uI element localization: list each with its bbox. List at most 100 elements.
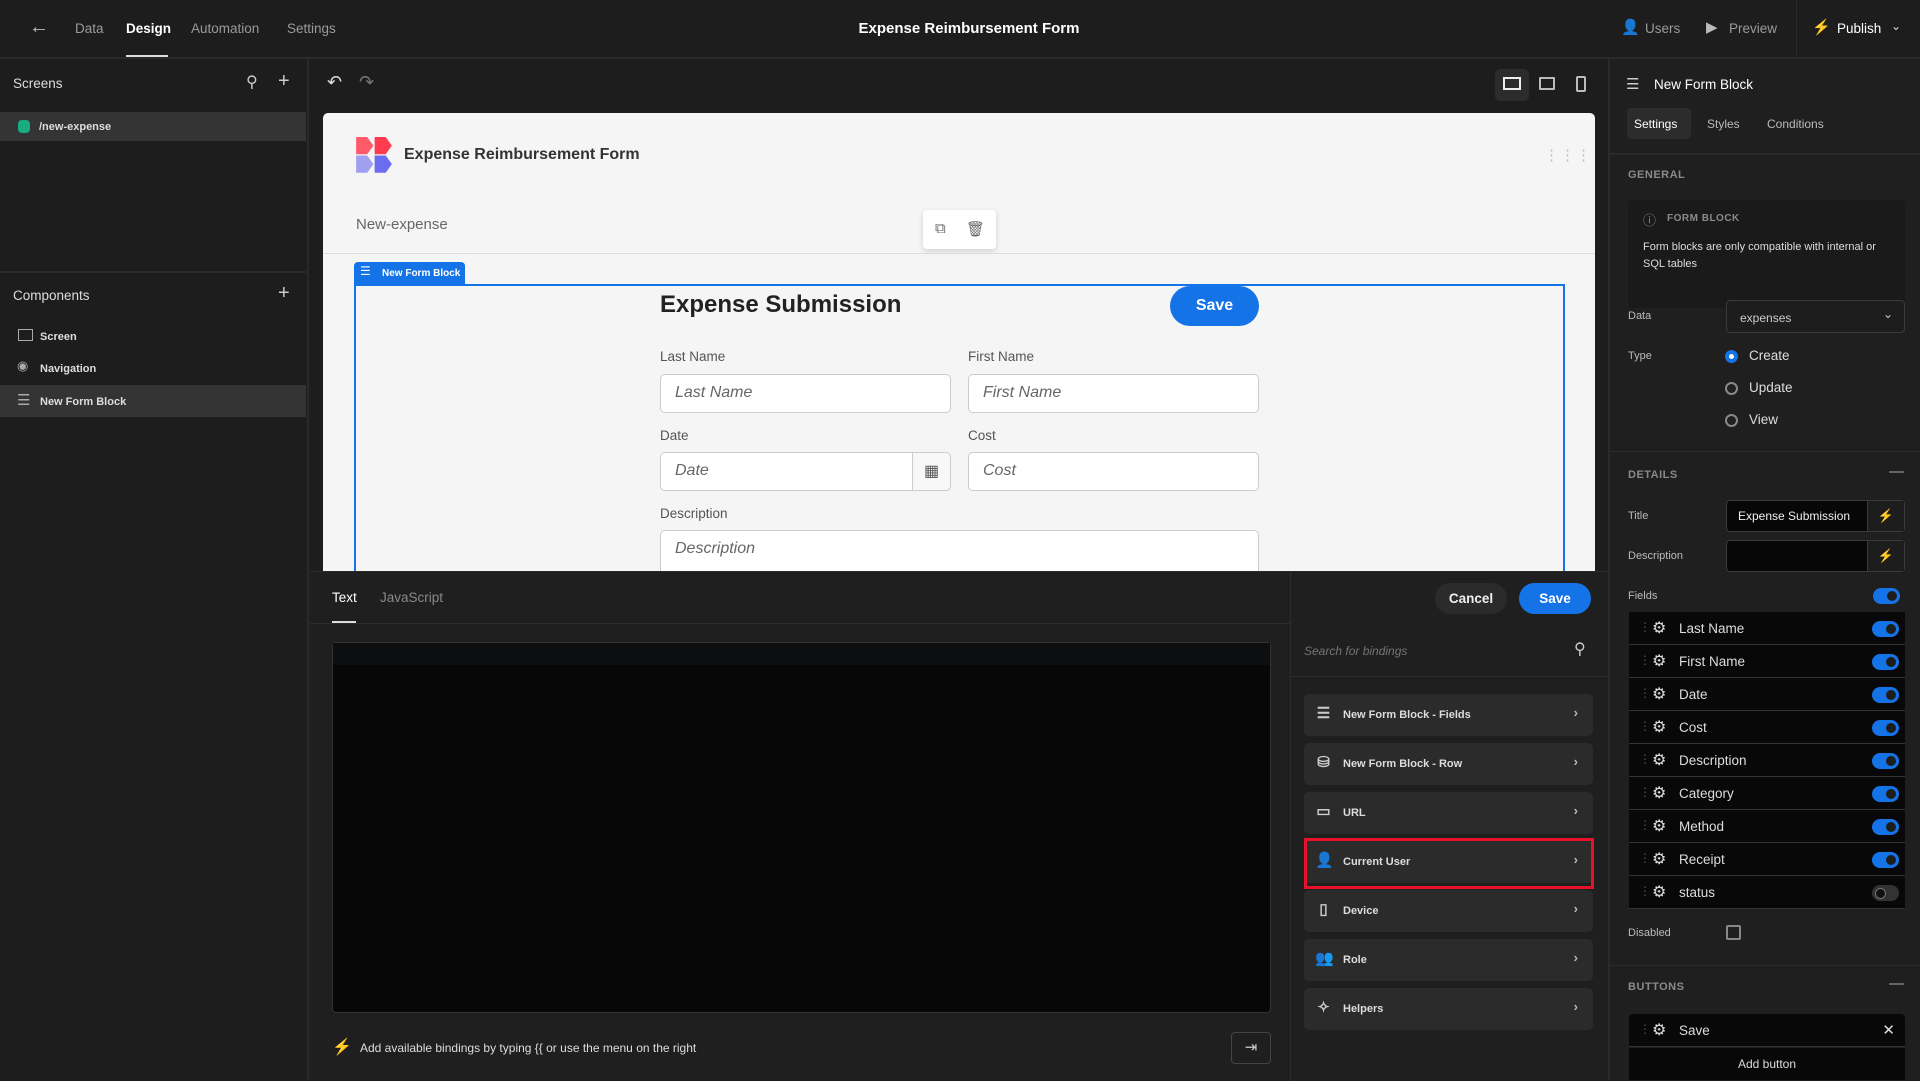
field-row[interactable]: ⋮⋮ ⚙ Receipt — [1629, 843, 1905, 876]
nav-design[interactable]: Design — [126, 21, 171, 36]
insert-binding-button[interactable]: ⇥ — [1231, 1032, 1271, 1064]
field-row[interactable]: ⋮⋮ ⚙ First Name — [1629, 645, 1905, 678]
publish-button[interactable]: Publish — [1837, 21, 1881, 36]
nav-data[interactable]: Data — [75, 21, 104, 36]
disabled-checkbox[interactable] — [1726, 925, 1741, 940]
field-toggle[interactable] — [1872, 852, 1899, 868]
redo-icon[interactable]: ↷ — [359, 72, 374, 93]
gear-icon[interactable]: ⚙ — [1652, 717, 1666, 737]
field-row[interactable]: ⋮⋮ ⚙ Category — [1629, 777, 1905, 810]
gear-icon[interactable]: ⚙ — [1652, 816, 1666, 836]
tab-styles[interactable]: Styles — [1707, 117, 1740, 131]
field-toggle[interactable] — [1872, 819, 1899, 835]
undo-icon[interactable]: ↶ — [327, 72, 342, 93]
publish-icon: ⚡ — [1812, 19, 1831, 36]
binding-editor[interactable] — [332, 642, 1271, 1013]
collapse-icon[interactable]: — — [1889, 975, 1904, 992]
gear-icon[interactable]: ⚙ — [1652, 618, 1666, 638]
field-toggle[interactable] — [1872, 753, 1899, 769]
binding-category-helpers[interactable]: ✧ Helpers › — [1304, 988, 1593, 1030]
binding-category-new-form-block-row[interactable]: ⛁ New Form Block - Row › — [1304, 743, 1593, 785]
last-name-input[interactable]: Last Name — [660, 374, 951, 413]
description-field[interactable]: ⚡ — [1726, 540, 1905, 572]
field-row[interactable]: ⋮⋮ ⚙ Cost — [1629, 711, 1905, 744]
duplicate-icon[interactable]: ⧉ — [935, 220, 946, 237]
field-toggle[interactable] — [1872, 885, 1899, 901]
gear-icon[interactable]: ⚙ — [1652, 750, 1666, 770]
field-row[interactable]: ⋮⋮ ⚙ Description — [1629, 744, 1905, 777]
field-toggle[interactable] — [1872, 720, 1899, 736]
top-bar: ← Data Design Automation Settings Expens… — [0, 0, 1920, 59]
search-icon[interactable]: ⚲ — [246, 72, 258, 92]
add-screen-icon[interactable]: + — [278, 70, 290, 93]
field-row[interactable]: ⋮⋮ ⚙ Method — [1629, 810, 1905, 843]
tab-text[interactable]: Text — [332, 590, 357, 605]
tablet-icon[interactable] — [1539, 77, 1555, 90]
fields-toggle[interactable] — [1873, 588, 1900, 604]
search-icon[interactable]: ⚲ — [1574, 639, 1586, 659]
mobile-icon[interactable] — [1576, 76, 1586, 92]
field-toggle[interactable] — [1872, 654, 1899, 670]
desktop-view-button[interactable] — [1495, 69, 1529, 101]
cost-input[interactable]: Cost — [968, 452, 1259, 491]
device-icon: ▯ — [1319, 901, 1328, 918]
calendar-icon[interactable]: ▦ — [912, 452, 951, 491]
component-item-navigation[interactable]: ◉ Navigation — [0, 353, 306, 382]
binding-category-new-form-block-fields[interactable]: ☰ New Form Block - Fields › — [1304, 694, 1593, 736]
field-toggle[interactable] — [1872, 621, 1899, 637]
first-name-input[interactable]: First Name — [968, 374, 1259, 413]
add-component-icon[interactable]: + — [278, 282, 290, 305]
gear-icon[interactable]: ⚙ — [1652, 849, 1666, 869]
grid-icon[interactable]: ⋮⋮⋮ — [1544, 146, 1592, 164]
close-icon[interactable]: ✕ — [1882, 1021, 1895, 1039]
collapse-icon[interactable]: — — [1889, 463, 1904, 480]
block-tag[interactable]: ☰ New Form Block — [354, 262, 465, 284]
lightning-icon[interactable]: ⚡ — [1867, 541, 1904, 571]
binding-search-input[interactable] — [1304, 636, 1569, 665]
gear-icon[interactable]: ⚙ — [1652, 651, 1666, 671]
active-tab-indicator — [126, 55, 168, 57]
component-item-screen[interactable]: Screen — [0, 321, 306, 350]
title-input[interactable]: Expense Submission ⚡ — [1726, 500, 1905, 532]
date-input[interactable]: Date — [660, 452, 951, 491]
divider — [1610, 153, 1920, 155]
chevron-down-icon[interactable]: ⌄ — [1891, 19, 1901, 33]
tab-settings[interactable]: Settings — [1627, 108, 1691, 139]
form-save-button[interactable]: Save — [1170, 286, 1259, 326]
data-select[interactable]: expenses ⌄ — [1726, 300, 1905, 333]
type-radio-create[interactable]: Create — [1725, 348, 1845, 365]
field-row[interactable]: ⋮⋮ ⚙ Last Name — [1629, 612, 1905, 645]
field-toggle[interactable] — [1872, 687, 1899, 703]
tab-javascript[interactable]: JavaScript — [380, 590, 443, 605]
nav-automation[interactable]: Automation — [191, 21, 259, 36]
save-button[interactable]: Save — [1519, 583, 1591, 614]
form-block-selection[interactable] — [354, 284, 1565, 571]
highlight-box — [1304, 838, 1594, 889]
gear-icon[interactable]: ⚙ — [1652, 882, 1666, 902]
field-row[interactable]: ⋮⋮ ⚙ Date — [1629, 678, 1905, 711]
nav-settings[interactable]: Settings — [287, 21, 336, 36]
gear-icon[interactable]: ⚙ — [1652, 684, 1666, 704]
field-toggle[interactable] — [1872, 786, 1899, 802]
cancel-button[interactable]: Cancel — [1435, 583, 1507, 614]
binding-category-url[interactable]: ▭ URL › — [1304, 792, 1593, 834]
magic-wand-icon: ✧ — [1317, 999, 1330, 1016]
gear-icon[interactable]: ⚙ — [1652, 1020, 1666, 1040]
back-arrow-icon[interactable]: ← — [29, 16, 49, 39]
button-item-save[interactable]: ⋮⋮ ⚙ Save ✕ — [1629, 1014, 1905, 1047]
type-radio-update[interactable]: Update — [1725, 380, 1845, 397]
preview-button[interactable]: Preview — [1729, 21, 1777, 36]
type-radio-view[interactable]: View — [1725, 412, 1845, 429]
binding-category-role[interactable]: 👥 Role › — [1304, 939, 1593, 981]
users-button[interactable]: Users — [1645, 21, 1680, 36]
binding-category-device[interactable]: ▯ Device › — [1304, 890, 1593, 932]
gear-icon[interactable]: ⚙ — [1652, 783, 1666, 803]
description-input[interactable]: Description — [660, 530, 1259, 571]
component-item-new-form-block[interactable]: ☰ New Form Block — [0, 385, 306, 417]
delete-icon[interactable]: 🗑 — [966, 220, 985, 238]
add-button[interactable]: Add button — [1629, 1048, 1905, 1080]
lightning-icon[interactable]: ⚡ — [1867, 501, 1904, 531]
screen-item[interactable]: /new-expense — [0, 112, 306, 141]
field-row[interactable]: ⋮⋮ ⚙ status — [1629, 876, 1905, 909]
tab-conditions[interactable]: Conditions — [1767, 117, 1824, 131]
